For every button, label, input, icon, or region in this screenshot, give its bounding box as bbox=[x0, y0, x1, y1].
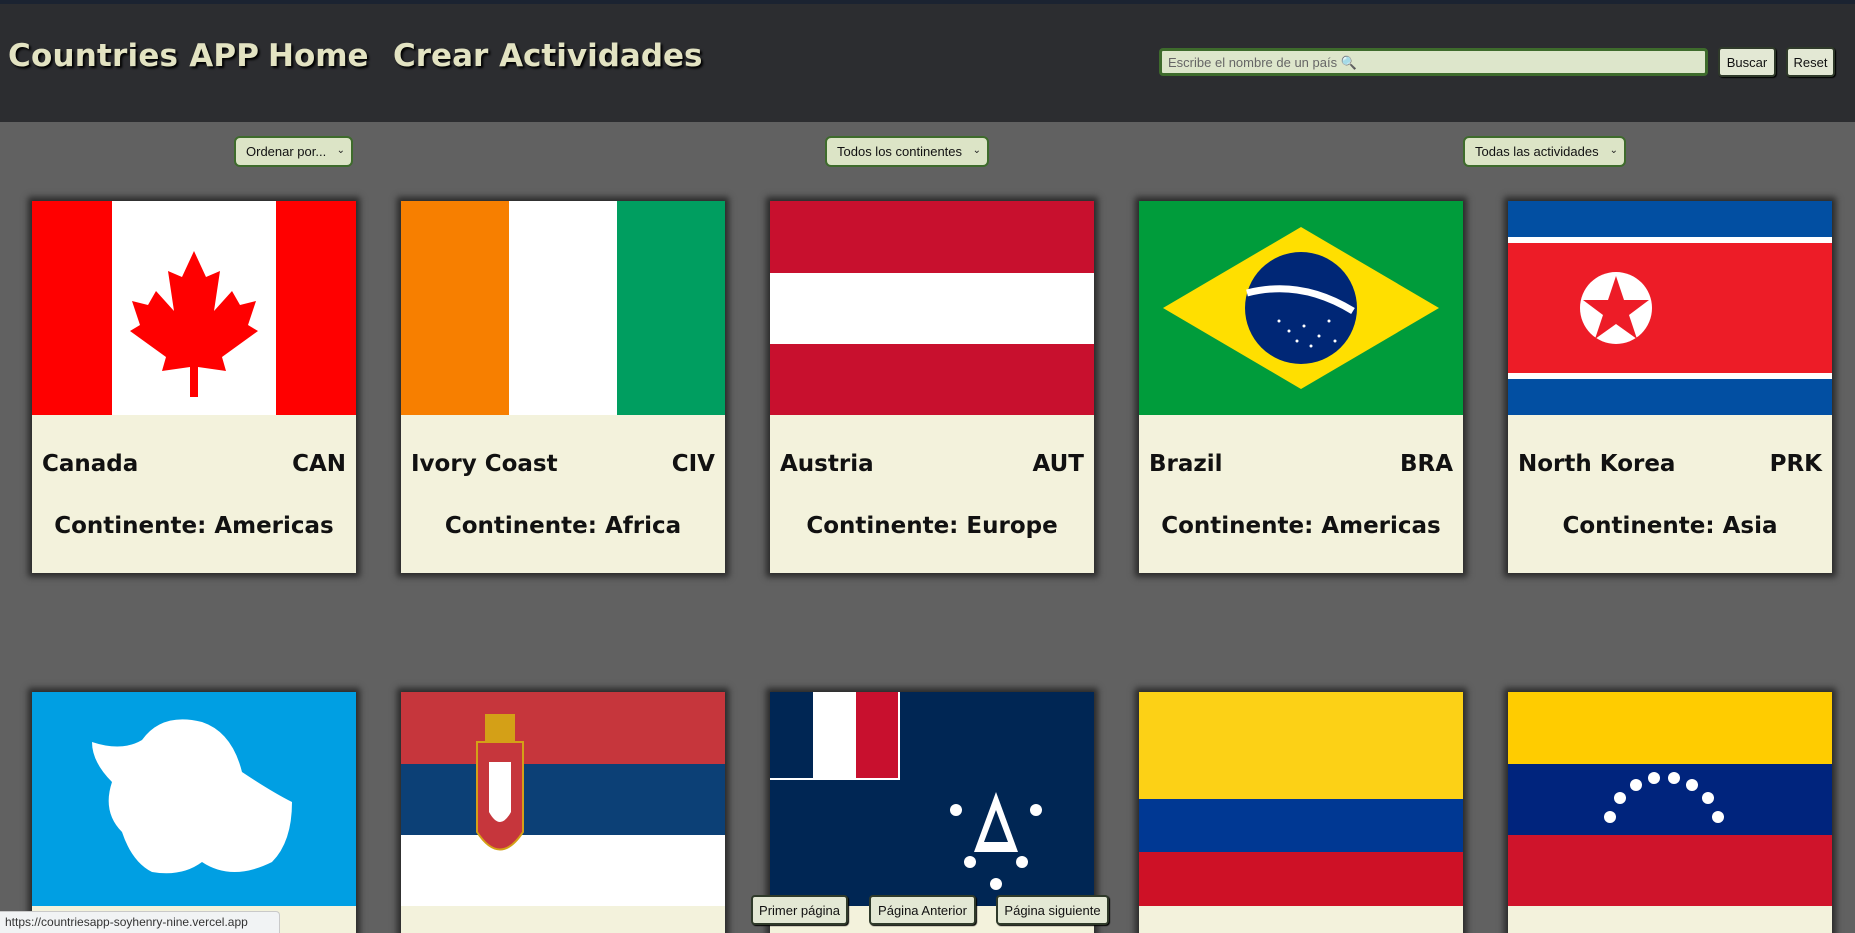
country-name: Austria bbox=[780, 451, 874, 477]
country-continent: Continente: Asia bbox=[1562, 513, 1778, 539]
country-code: BRA bbox=[1399, 451, 1453, 477]
country-name: Brazil bbox=[1149, 451, 1223, 477]
order-select-value: Ordenar por... bbox=[246, 144, 327, 159]
country-card[interactable] bbox=[32, 692, 356, 933]
country-card[interactable]: Canada CAN Continente: Americas bbox=[32, 201, 356, 573]
chevron-down-icon: ⌄ bbox=[1609, 145, 1618, 156]
navbar: Countries APP Home Crear Actividades Bus… bbox=[0, 4, 1855, 122]
country-continent: Continente: Americas bbox=[1161, 513, 1441, 539]
search-input[interactable] bbox=[1159, 48, 1708, 76]
country-code: CIV bbox=[671, 451, 715, 477]
previous-page-button[interactable]: Página Anterior bbox=[869, 895, 976, 925]
chevron-down-icon: ⌄ bbox=[336, 145, 345, 156]
serbia-flag bbox=[401, 692, 725, 906]
french-southern-territories-flag bbox=[770, 692, 1094, 906]
country-code: CAN bbox=[292, 451, 346, 477]
canada-flag bbox=[32, 201, 356, 415]
country-card[interactable] bbox=[1139, 692, 1463, 933]
activity-select[interactable]: Todas las actividades ⌄ bbox=[1463, 136, 1626, 167]
nav-create-activities-link[interactable]: Crear Actividades bbox=[393, 38, 703, 74]
reset-button[interactable]: Reset bbox=[1786, 47, 1835, 77]
nav-home-link[interactable]: Home bbox=[268, 38, 369, 74]
country-continent: Continente: Africa bbox=[444, 513, 682, 539]
colombia-flag bbox=[1139, 692, 1463, 906]
country-card[interactable]: Ivory Coast CIV Continente: Africa bbox=[401, 201, 725, 573]
activity-select-value: Todas las actividades bbox=[1475, 144, 1599, 159]
country-code: AUT bbox=[1032, 451, 1084, 477]
country-name: Ivory Coast bbox=[411, 451, 558, 477]
country-card[interactable]: Austria AUT Continente: Europe bbox=[770, 201, 1094, 573]
chevron-down-icon: ⌄ bbox=[972, 145, 981, 156]
first-page-button[interactable]: Primer página bbox=[751, 895, 848, 925]
north-korea-flag bbox=[1508, 201, 1832, 415]
country-name: North Korea bbox=[1518, 451, 1676, 477]
country-code: PRK bbox=[1769, 451, 1822, 477]
country-name: Canada bbox=[42, 451, 139, 477]
app-title: Countries APP bbox=[8, 38, 260, 74]
country-card[interactable]: Brazil BRA Continente: Americas bbox=[1139, 201, 1463, 573]
order-select[interactable]: Ordenar por... ⌄ bbox=[234, 136, 353, 167]
venezuela-flag bbox=[1508, 692, 1832, 906]
continent-select-value: Todos los continentes bbox=[837, 144, 963, 159]
country-card[interactable]: North Korea PRK Continente: Asia bbox=[1508, 201, 1832, 573]
country-continent: Continente: Europe bbox=[806, 513, 1058, 539]
country-continent: Continente: Americas bbox=[54, 513, 334, 539]
austria-flag bbox=[770, 201, 1094, 415]
search-button[interactable]: Buscar bbox=[1718, 47, 1776, 77]
next-page-button[interactable]: Página siguiente bbox=[996, 895, 1109, 925]
continent-select[interactable]: Todos los continentes ⌄ bbox=[825, 136, 989, 167]
brazil-flag bbox=[1139, 201, 1463, 415]
country-card[interactable] bbox=[1508, 692, 1832, 933]
country-card[interactable] bbox=[401, 692, 725, 933]
status-bar-url: https://countriesapp-soyhenry-nine.verce… bbox=[0, 911, 280, 933]
antarctica-flag bbox=[32, 692, 356, 906]
ivory-coast-flag bbox=[401, 201, 725, 415]
